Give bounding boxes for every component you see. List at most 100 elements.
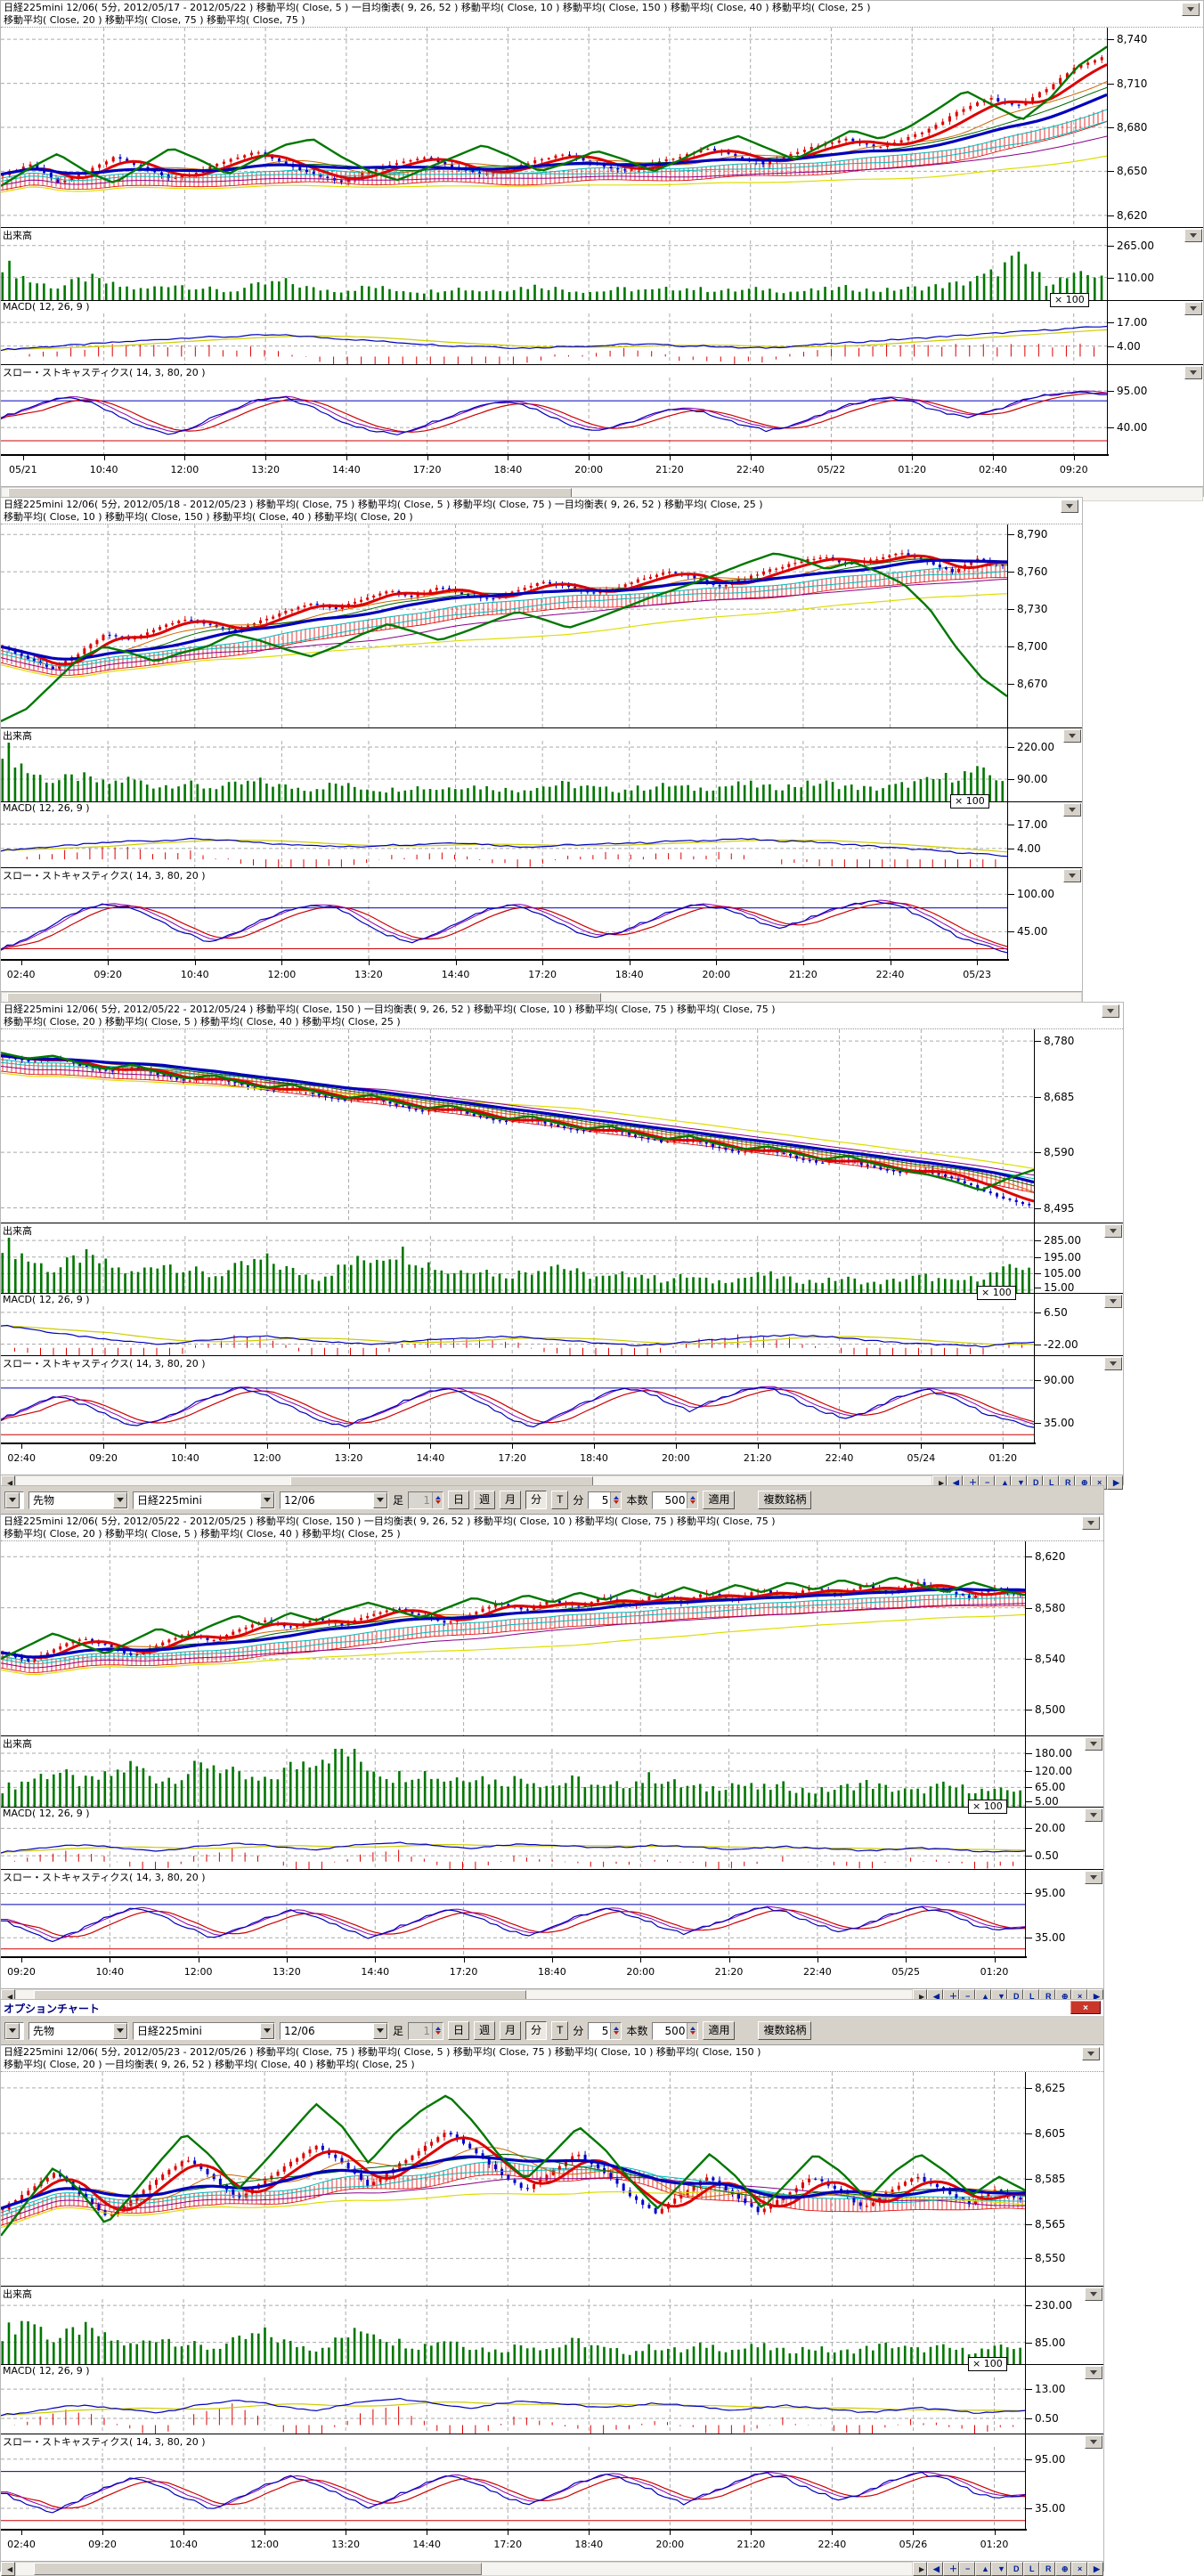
spin-down-icon[interactable] <box>614 1500 619 1504</box>
multi-symbol-button[interactable]: 複数銘柄 <box>758 2021 811 2040</box>
stoch-chart-canvas[interactable] <box>1 1882 1025 1956</box>
chevron-down-icon[interactable] <box>5 2023 20 2039</box>
period-button-4[interactable]: T <box>551 2021 568 2040</box>
spin-down-icon[interactable] <box>690 1500 696 1504</box>
volume-chart-canvas[interactable] <box>1 240 1107 300</box>
minute-spinner[interactable]: 5 <box>588 2022 622 2040</box>
macd-chart-canvas[interactable] <box>1 2377 1025 2434</box>
nav-button-10[interactable]: ▶ <box>1107 1475 1123 1490</box>
price-chart-canvas[interactable] <box>1 28 1107 227</box>
chevron-down-icon[interactable] <box>113 2023 127 2039</box>
nav-button-4[interactable]: ▼ <box>991 2562 1007 2576</box>
nav-button-2[interactable]: − <box>959 2562 975 2576</box>
price-chart-canvas[interactable] <box>1 1541 1025 1735</box>
scrollbar-thumb[interactable] <box>34 2563 482 2575</box>
macd-scale-button[interactable] <box>1184 302 1202 315</box>
contract-select[interactable]: 12/06 <box>280 2022 388 2040</box>
stoch-chart-canvas[interactable] <box>1 378 1107 454</box>
spin-buttons[interactable] <box>610 2023 621 2039</box>
volume-scale-button[interactable] <box>1085 2288 1102 2301</box>
volume-chart-canvas[interactable] <box>1 1236 1034 1293</box>
price-scale-button[interactable] <box>1102 1004 1119 1018</box>
volume-chart-canvas[interactable] <box>1 1749 1025 1807</box>
macd-chart-canvas[interactable] <box>1 313 1107 364</box>
spin-down-icon[interactable] <box>614 2031 619 2035</box>
bars-spinner[interactable]: 500 <box>652 1491 698 1509</box>
period-button-0[interactable]: 日 <box>448 1491 469 1509</box>
spin-up-icon[interactable] <box>614 1496 619 1499</box>
spin-up-icon[interactable] <box>614 2027 619 2030</box>
price-scale-button[interactable] <box>1082 2047 1100 2060</box>
nav-button-9[interactable]: × <box>1071 2562 1087 2576</box>
apply-button[interactable]: 適用 <box>703 1491 735 1509</box>
spin-buttons[interactable] <box>687 2023 697 2039</box>
spin-down-icon[interactable] <box>690 2031 696 2035</box>
category-select[interactable]: 先物 <box>28 1491 128 1509</box>
period-button-3[interactable]: 分 <box>525 1491 547 1509</box>
multi-symbol-button[interactable]: 複数銘柄 <box>758 1491 811 1509</box>
chevron-down-icon[interactable] <box>373 1492 387 1508</box>
period-button-4[interactable]: T <box>551 1491 568 1509</box>
contract-select[interactable]: 12/06 <box>280 1491 388 1509</box>
macd-scale-button[interactable] <box>1085 1808 1102 1822</box>
window-selector-dropdown[interactable] <box>4 1491 24 1509</box>
price-chart-canvas[interactable] <box>1 1029 1034 1223</box>
chevron-down-icon[interactable] <box>5 1492 20 1508</box>
volume-chart-canvas[interactable] <box>1 741 1007 801</box>
minute-spinner[interactable]: 5 <box>588 1491 622 1509</box>
stoch-scale-button[interactable] <box>1104 1357 1122 1370</box>
volume-scale-button[interactable] <box>1085 1737 1102 1751</box>
price-scale-button[interactable] <box>1061 500 1078 513</box>
spin-buttons[interactable] <box>687 1492 697 1508</box>
macd-chart-canvas[interactable] <box>1 1306 1034 1355</box>
period-button-2[interactable]: 月 <box>500 1491 521 1509</box>
bars-spinner[interactable]: 500 <box>652 2022 698 2040</box>
symbol-select[interactable]: 日経225mini <box>133 2022 275 2040</box>
macd-scale-button[interactable] <box>1063 803 1081 817</box>
stoch-scale-button[interactable] <box>1063 869 1081 882</box>
close-button[interactable]: × <box>1070 2001 1101 2014</box>
price-scale-button[interactable] <box>1182 3 1200 16</box>
stoch-chart-canvas[interactable] <box>1 881 1007 959</box>
macd-scale-button[interactable] <box>1085 2366 1102 2379</box>
chevron-down-icon[interactable] <box>260 2023 274 2039</box>
period-button-0[interactable]: 日 <box>448 2021 469 2040</box>
nav-button-7[interactable]: R <box>1039 2562 1055 2576</box>
price-chart-canvas[interactable] <box>1 2072 1025 2286</box>
scroll-left-button[interactable]: ◀ <box>1 2562 15 2576</box>
price-chart-canvas[interactable] <box>1 524 1007 727</box>
nav-button-10[interactable]: ▶ <box>1087 2562 1103 2576</box>
stoch-chart-canvas[interactable] <box>1 1369 1034 1442</box>
stoch-scale-button[interactable] <box>1184 366 1202 379</box>
stoch-scale-button[interactable] <box>1085 2435 1102 2449</box>
period-button-2[interactable]: 月 <box>500 2021 521 2040</box>
price-scale-button[interactable] <box>1082 1516 1100 1530</box>
chevron-down-icon[interactable] <box>373 2023 387 2039</box>
macd-chart-canvas[interactable] <box>1 1820 1025 1869</box>
macd-scale-button[interactable] <box>1104 1295 1122 1308</box>
volume-chart-canvas[interactable] <box>1 2299 1025 2364</box>
spin-up-icon[interactable] <box>690 1496 696 1499</box>
period-button-1[interactable]: 週 <box>474 1491 495 1509</box>
category-select[interactable]: 先物 <box>28 2022 128 2040</box>
volume-scale-button[interactable] <box>1063 729 1081 743</box>
volume-scale-button[interactable] <box>1104 1224 1122 1238</box>
nav-button-8[interactable]: ⊕ <box>1055 2562 1071 2576</box>
nav-button-6[interactable]: L <box>1023 2562 1039 2576</box>
chevron-down-icon[interactable] <box>113 1492 127 1508</box>
scrollbar-track[interactable] <box>15 2562 913 2576</box>
stoch-scale-button[interactable] <box>1085 1871 1102 1884</box>
macd-chart-canvas[interactable] <box>1 815 1007 867</box>
nav-button-1[interactable]: ＋ <box>943 2562 959 2576</box>
nav-button-3[interactable]: ▲ <box>975 2562 991 2576</box>
spin-buttons[interactable] <box>610 1492 621 1508</box>
nav-button-0[interactable]: ◀ <box>927 2562 943 2576</box>
symbol-select[interactable]: 日経225mini <box>133 1491 275 1509</box>
nav-button-5[interactable]: D <box>1007 2562 1023 2576</box>
period-button-1[interactable]: 週 <box>474 2021 495 2040</box>
scroll-right-button[interactable]: ▶ <box>913 2562 927 2576</box>
window-selector-dropdown[interactable] <box>4 2022 24 2040</box>
spin-up-icon[interactable] <box>690 2027 696 2030</box>
period-button-3[interactable]: 分 <box>525 2021 547 2040</box>
stoch-chart-canvas[interactable] <box>1 2447 1025 2529</box>
